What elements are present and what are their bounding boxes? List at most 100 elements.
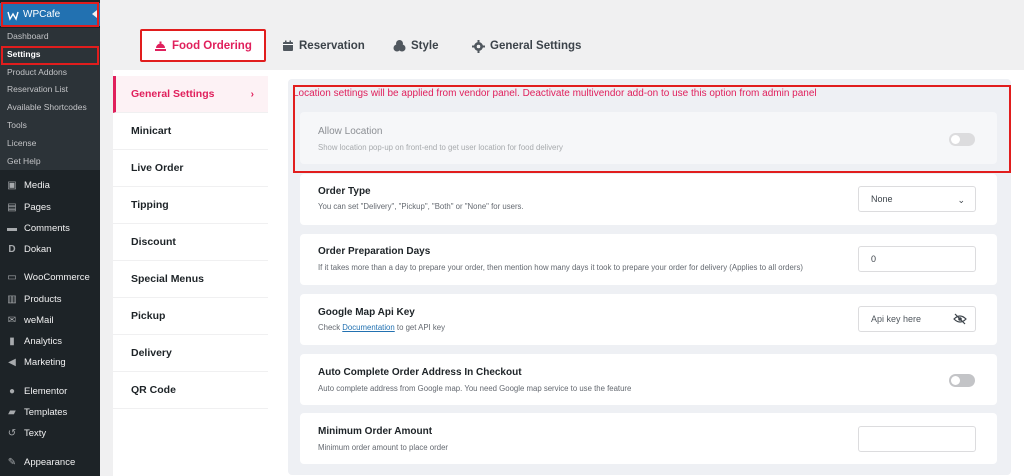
setting-google-map-api-key: Google Map Api Key Check Documentation t… (300, 294, 997, 345)
marketing-icon: ◀ (8, 356, 16, 368)
tab-food-ordering[interactable]: Food Ordering (140, 29, 266, 62)
tab-general-settings[interactable]: General Settings (472, 33, 581, 59)
sidebar-item-texty[interactable]: ↺ Texty (0, 423, 100, 443)
vendor-notice: Location settings will be applied from v… (293, 88, 817, 99)
products-icon: ▥ (7, 293, 17, 305)
food-tray-icon (154, 39, 167, 52)
setting-auto-complete-address: Auto Complete Order Address In Checkout … (300, 354, 997, 405)
tab-style[interactable]: Style (393, 33, 439, 59)
sidebar-item-label: Dokan (24, 243, 52, 255)
setting-description: Minimum order amount to place order (318, 443, 449, 452)
menu-item-label: Pickup (131, 310, 166, 322)
sidebar-item-media[interactable]: ▣ Media (0, 175, 100, 195)
sidebar-item-dokan[interactable]: D Dokan (0, 239, 100, 259)
minimum-amount-input[interactable] (858, 426, 976, 452)
menu-item-label: Special Menus (131, 273, 204, 285)
setting-description: Check Documentation to get API key (318, 323, 445, 332)
chevron-right-icon: › (250, 89, 254, 100)
submenu-dashboard[interactable]: Dashboard (0, 28, 100, 46)
menu-item-label: General Settings (131, 88, 215, 100)
menu-item-label: QR Code (131, 384, 176, 396)
sidebar-item-appearance[interactable]: ✎ Appearance (0, 452, 100, 472)
setting-order-preparation-days: Order Preparation Days If it takes more … (300, 234, 997, 285)
sidebar-item-label: Marketing (24, 356, 66, 368)
menu-item-general-settings[interactable]: General Settings › (113, 76, 268, 113)
texty-icon: ↺ (7, 427, 17, 439)
setting-minimum-order-amount: Minimum Order Amount Minimum order amoun… (300, 413, 997, 464)
setting-title: Allow Location (318, 126, 383, 137)
submenu-settings[interactable]: Settings (0, 46, 100, 64)
setting-title: Google Map Api Key (318, 307, 415, 318)
sidebar-item-wemail[interactable]: ✉ weMail (0, 310, 100, 330)
sidebar-item-elementor[interactable]: ● Elementor (0, 381, 100, 401)
sidebar-item-analytics[interactable]: ▮ Analytics (0, 331, 100, 351)
elementor-icon: ● (8, 385, 16, 397)
order-type-select[interactable]: None ⌄ (858, 186, 976, 212)
tab-reservation[interactable]: Reservation (281, 33, 365, 59)
preparation-days-input[interactable]: 0 (858, 246, 976, 272)
sidebar-item-label: WPCafe (23, 9, 61, 20)
woocommerce-icon: ▭ (7, 271, 17, 283)
menu-item-label: Delivery (131, 347, 172, 359)
sidebar-item-label: Comments (24, 222, 70, 234)
settings-tabbar: Food Ordering Reservation Style General … (113, 4, 1024, 70)
eye-slash-icon[interactable] (953, 313, 967, 325)
setting-description: Show location pop-up on front-end to get… (318, 143, 563, 152)
sidebar-item-products[interactable]: ▥ Products (0, 289, 100, 309)
wemail-icon: ✉ (7, 314, 17, 326)
setting-title: Minimum Order Amount (318, 426, 433, 437)
comments-icon: ▬ (7, 222, 17, 234)
sidebar-item-label: Pages (24, 201, 51, 213)
sidebar-item-label: WooCommerce (24, 271, 90, 283)
sidebar-item-wpcafe[interactable]: WPCafe (0, 3, 100, 26)
sidebar-item-label: Elementor (24, 385, 68, 397)
main-area: Food Ordering Reservation Style General … (100, 0, 1024, 476)
menu-item-label: Minicart (131, 125, 172, 137)
sidebar-item-marketing[interactable]: ◀ Marketing (0, 352, 100, 372)
sidebar-item-label: Texty (24, 427, 47, 439)
documentation-link[interactable]: Documentation (342, 323, 394, 332)
submenu-product-addons[interactable]: Product Addons (0, 64, 100, 82)
menu-item-discount[interactable]: Discount (113, 224, 268, 261)
desc-text: Check (318, 323, 341, 332)
setting-description: Auto complete address from Google map. Y… (318, 384, 632, 393)
submenu-available-shortcodes[interactable]: Available Shortcodes (0, 99, 100, 117)
admin-sidebar: WPCafe Dashboard Settings Product Addons… (0, 0, 100, 476)
input-placeholder: Api key here (871, 314, 922, 324)
templates-icon: ▰ (8, 406, 16, 418)
settings-content: Location settings will be applied from v… (288, 79, 1011, 475)
setting-title: Order Type (318, 186, 371, 197)
gear-icon (472, 39, 485, 53)
sidebar-item-templates[interactable]: ▰ Templates (0, 402, 100, 422)
setting-title: Order Preparation Days (318, 246, 431, 257)
submenu-get-help[interactable]: Get Help (0, 153, 100, 171)
submenu-tools[interactable]: Tools (0, 117, 100, 135)
dokan-icon: D (8, 243, 16, 255)
sidebar-item-pages[interactable]: ▤ Pages (0, 197, 100, 217)
menu-item-minicart[interactable]: Minicart (113, 113, 268, 150)
api-key-input[interactable]: Api key here (858, 306, 976, 332)
menu-item-pickup[interactable]: Pickup (113, 298, 268, 335)
tab-label: Reservation (299, 40, 365, 52)
menu-item-qr-code[interactable]: QR Code (113, 372, 268, 409)
sidebar-item-comments[interactable]: ▬ Comments (0, 218, 100, 238)
collapse-arrow-icon (92, 10, 97, 18)
desc-text: to get API key (396, 323, 446, 332)
menu-item-live-order[interactable]: Live Order (113, 150, 268, 187)
submenu-license[interactable]: License (0, 135, 100, 153)
submenu-reservation-list[interactable]: Reservation List (0, 81, 100, 99)
menu-item-delivery[interactable]: Delivery (113, 335, 268, 372)
menu-item-label: Tipping (131, 199, 169, 211)
wpcafe-submenu: Dashboard Settings Product Addons Reserv… (0, 28, 100, 171)
settings-section-menu: General Settings › Minicart Live Order T… (113, 76, 268, 409)
menu-item-special-menus[interactable]: Special Menus (113, 261, 268, 298)
wpcafe-logo-icon (6, 8, 19, 21)
allow-location-toggle[interactable] (949, 133, 975, 146)
auto-complete-toggle[interactable] (949, 374, 975, 387)
sidebar-item-woocommerce[interactable]: ▭ WooCommerce (0, 267, 100, 287)
menu-item-tipping[interactable]: Tipping (113, 187, 268, 224)
input-value: 0 (871, 254, 877, 264)
select-value: None (871, 194, 893, 204)
palette-icon (393, 40, 406, 53)
analytics-icon: ▮ (9, 335, 15, 347)
